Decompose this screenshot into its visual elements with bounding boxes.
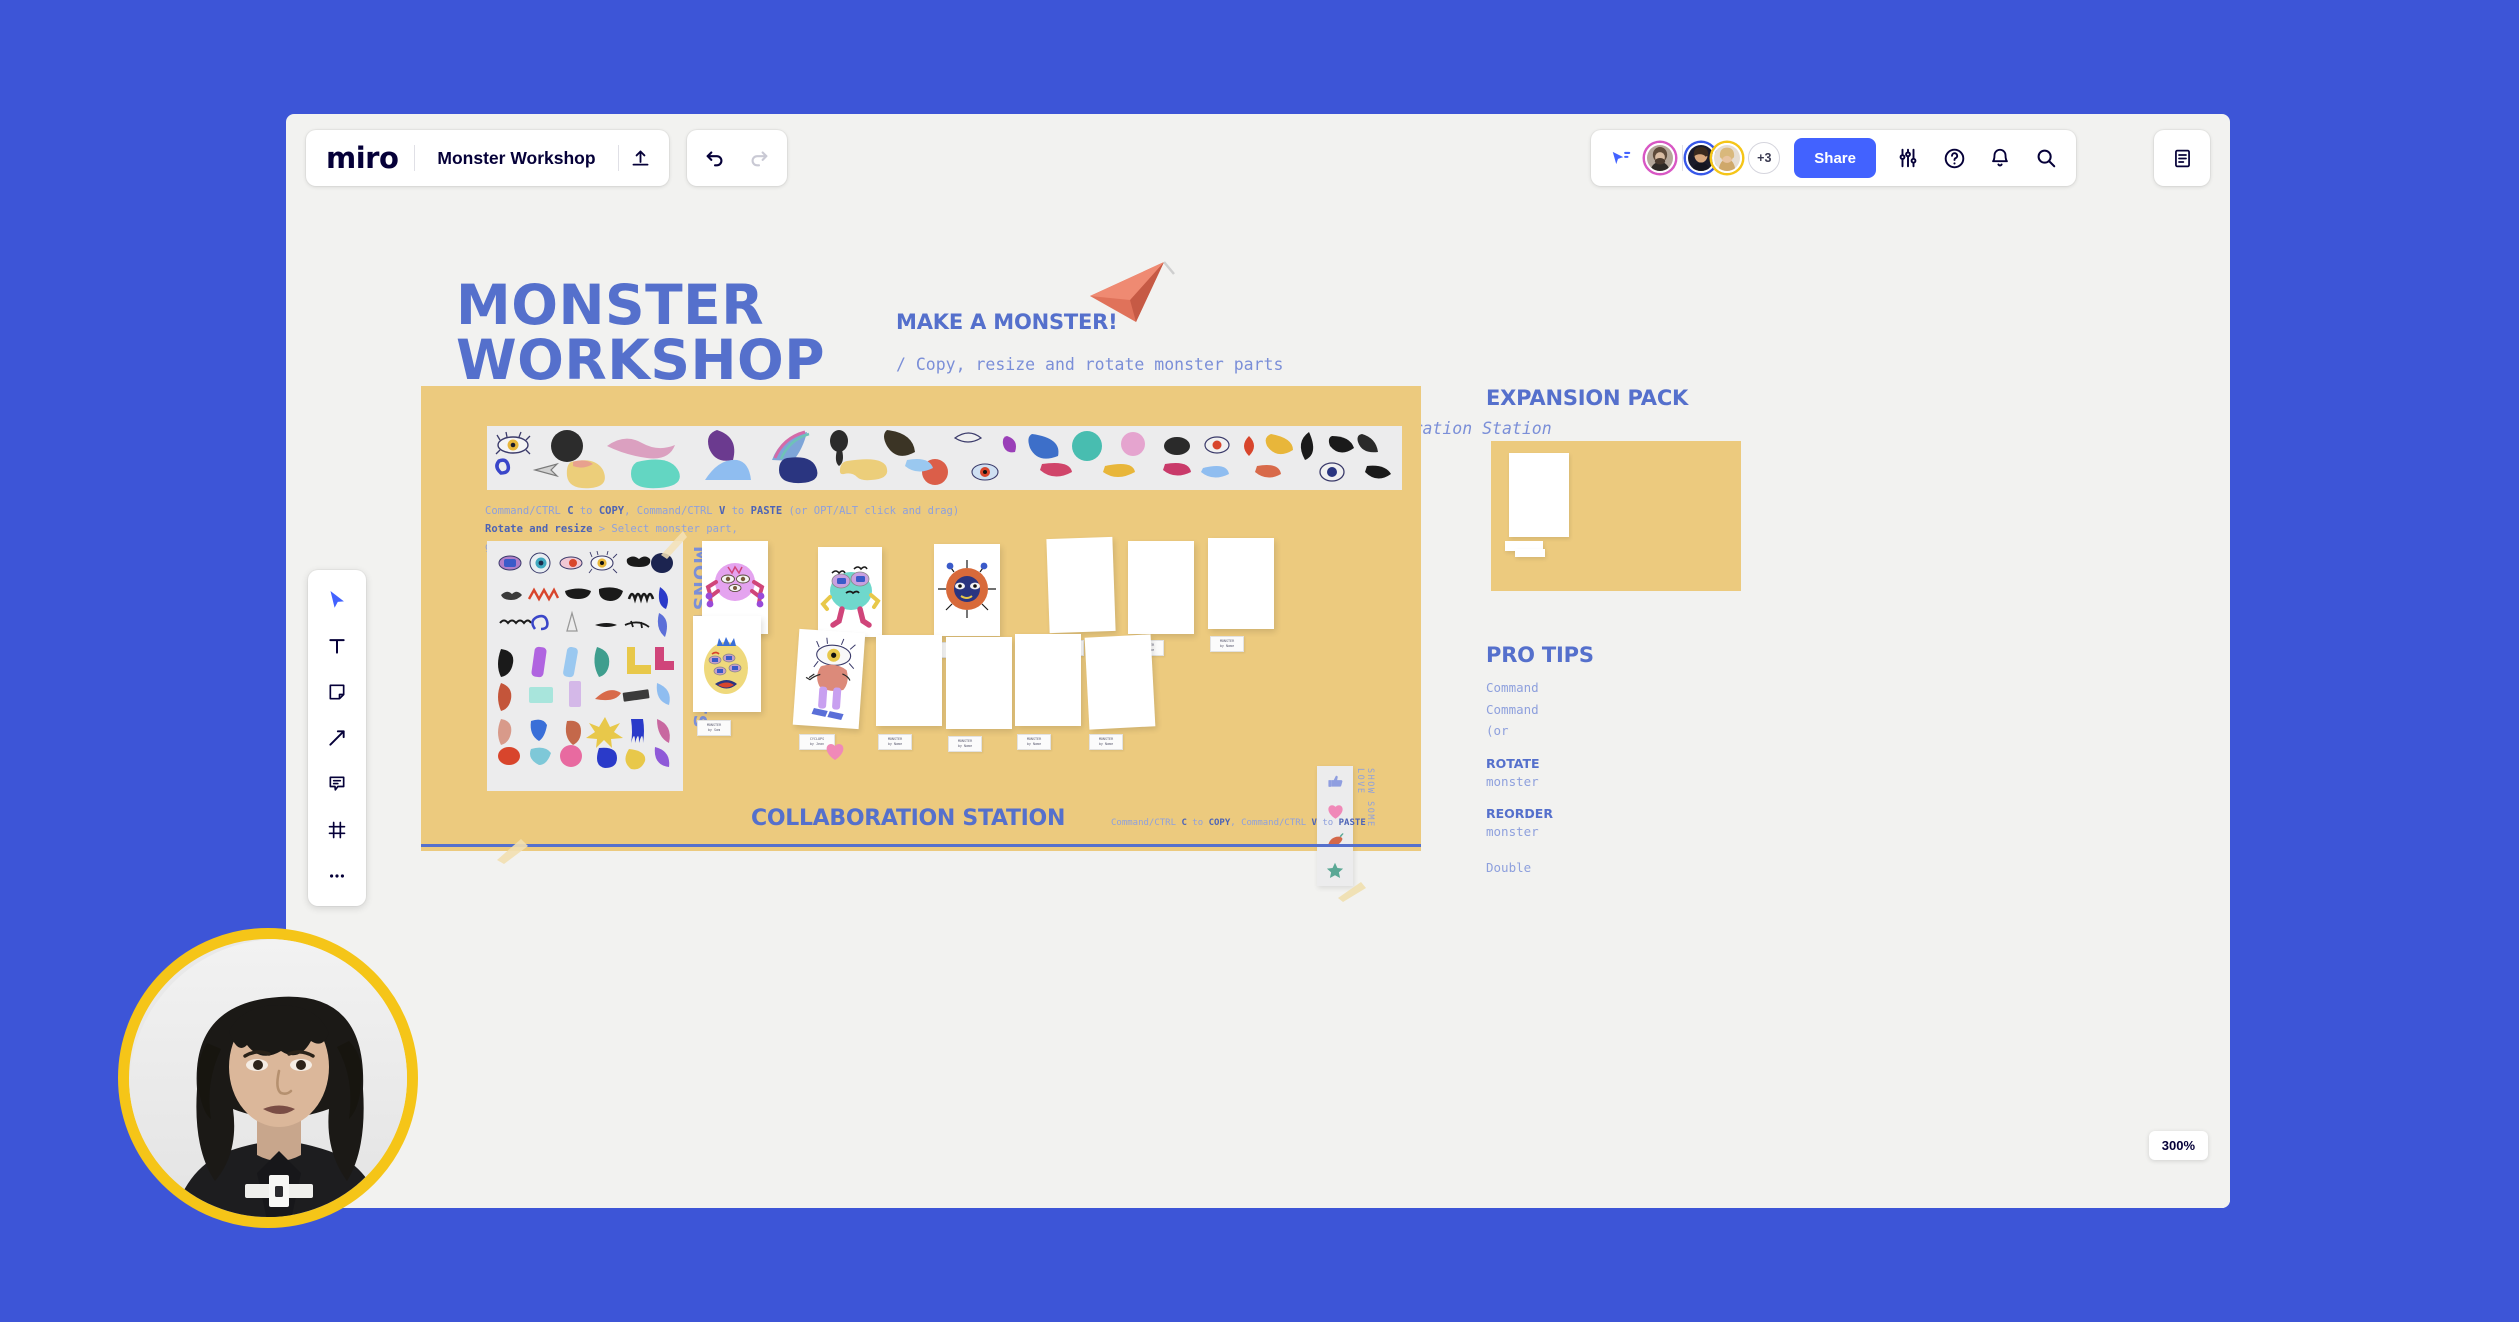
left-toolbar xyxy=(308,570,366,906)
presence-avatars: +3 xyxy=(1645,142,1784,174)
avatar[interactable] xyxy=(1645,143,1676,173)
pro-tip-line: (or xyxy=(1486,723,1509,739)
monster-card-label: MONSTER by Sam xyxy=(697,720,731,736)
monster-card-empty-4[interactable] xyxy=(876,635,942,726)
monster-parts-strip[interactable] xyxy=(487,426,1402,490)
monster-card-empty-1[interactable] xyxy=(1046,536,1116,634)
documents-group xyxy=(2154,130,2210,186)
share-button[interactable]: Share xyxy=(1794,138,1876,178)
monster-card-teal-fuzzy[interactable] xyxy=(818,547,882,637)
rotate-heading: ROTATE xyxy=(1486,755,1540,771)
monster-parts-sheet[interactable] xyxy=(487,531,687,791)
collaboration-station-title: COLLABORATION STATION xyxy=(751,806,1066,831)
select-tool[interactable] xyxy=(314,578,360,622)
board-title[interactable]: Monster Workshop xyxy=(415,148,617,169)
upload-icon[interactable] xyxy=(619,136,663,180)
avatar[interactable] xyxy=(1712,143,1743,173)
frame-icon[interactable] xyxy=(314,808,360,852)
avatar-overflow-count[interactable]: +3 xyxy=(1748,142,1781,174)
pro-tip-line: Command xyxy=(1486,680,1539,696)
tape-corner-icon xyxy=(1338,882,1366,902)
monster-card-label: MONSTERby Name xyxy=(1017,734,1051,750)
board-title-group: miro Monster Workshop xyxy=(306,130,669,186)
text-tool[interactable] xyxy=(314,624,360,668)
presenter-portrait xyxy=(118,928,418,1228)
expansion-pack-panel: EXPANSION PACK PRO TIPS Command Command … xyxy=(1486,386,1746,875)
monster-card-label: MONSTERby Name xyxy=(878,734,912,750)
pro-tips-heading: PRO TIPS xyxy=(1486,643,1594,667)
monster-card-orange-spiky[interactable] xyxy=(934,544,1000,636)
monster-card-eye-walker[interactable] xyxy=(792,628,866,730)
sticky-note-icon[interactable] xyxy=(314,670,360,714)
paper-plane-decoration xyxy=(1090,261,1175,322)
undo-icon[interactable] xyxy=(693,136,737,180)
pro-tips-block: PRO TIPS Command Command (or ROTATE mons… xyxy=(1486,643,1746,878)
monster-card-label: MONSTERby Name xyxy=(1089,734,1123,750)
search-icon[interactable] xyxy=(2024,136,2068,180)
expansion-pack-board[interactable] xyxy=(1491,441,1741,591)
subtitle: MAKE A MONSTER! xyxy=(896,310,1118,334)
collaboration-divider xyxy=(421,844,1421,847)
monster-card-empty-6[interactable] xyxy=(1015,634,1081,726)
redo-icon[interactable] xyxy=(737,136,781,180)
rotate-body: monster xyxy=(1486,773,1539,789)
monster-drawing xyxy=(805,637,856,720)
title-block: MONSTER WORKSHOP xyxy=(456,278,846,388)
monster-board[interactable]: Command/CTRL C to COPY, Command/CTRL V t… xyxy=(421,386,1421,902)
monster-card-empty-7[interactable] xyxy=(1084,634,1156,730)
arrow-pen-icon[interactable] xyxy=(314,716,360,760)
mini-card xyxy=(1509,453,1569,537)
help-circle-icon[interactable] xyxy=(1932,136,1976,180)
monster-card-yellow-blob[interactable] xyxy=(693,616,761,712)
star-sticker[interactable] xyxy=(1326,862,1344,879)
double-body: Double xyxy=(1486,859,1532,875)
top-toolbar: miro Monster Workshop +3 Share xyxy=(286,114,2230,200)
divider xyxy=(1682,145,1684,171)
document-panel-icon[interactable] xyxy=(2160,136,2204,180)
board-canvas[interactable]: MONSTER WORKSHOP MAKE A MONSTER! / Copy,… xyxy=(286,200,2230,1208)
ellipsis-icon[interactable] xyxy=(314,854,360,898)
mini-card xyxy=(1515,549,1545,557)
monster-card-empty-2[interactable] xyxy=(1128,541,1194,634)
monster-card-label: MONSTERby Name xyxy=(948,736,982,752)
comment-icon[interactable] xyxy=(314,762,360,806)
zoom-level-badge[interactable]: 300% xyxy=(2148,1131,2208,1160)
monster-card-empty-5[interactable] xyxy=(946,637,1012,729)
parts-strip-graphics xyxy=(495,430,1391,489)
reorder-body: monster xyxy=(1486,824,1539,840)
miro-logo[interactable]: miro xyxy=(312,143,414,173)
expansion-pack-heading: EXPANSION PACK xyxy=(1486,386,1689,410)
collaboration-station-hint: Command/CTRL C to COPY, Command/CTRL V t… xyxy=(1111,818,1366,828)
instruction-rotate-resize: Rotate and resize > Select monster part, xyxy=(485,523,738,536)
instruction-line: / Copy, resize and rotate monster parts xyxy=(896,355,1284,374)
heart-sticker[interactable] xyxy=(825,743,845,761)
reorder-heading: REORDER xyxy=(1486,806,1553,822)
history-group xyxy=(687,130,787,186)
instruction-copy-paste: Command/CTRL C to COPY, Command/CTRL V t… xyxy=(485,505,960,517)
pro-tip-line: Command xyxy=(1486,701,1539,717)
actions-group: +3 Share xyxy=(1591,130,2076,186)
miro-app-window: miro Monster Workshop +3 Share MONSTER W… xyxy=(286,114,2230,1208)
bell-icon[interactable] xyxy=(1978,136,2022,180)
monster-drawing xyxy=(820,566,881,628)
monster-card-empty-3[interactable] xyxy=(1208,538,1274,629)
sliders-icon[interactable] xyxy=(1886,136,1930,180)
presence-cursor-icon[interactable] xyxy=(1599,136,1643,180)
monster-drawing xyxy=(704,637,748,694)
page-title: MONSTER WORKSHOP xyxy=(456,273,826,392)
monster-drawing xyxy=(938,560,996,618)
tape-corner-icon xyxy=(497,839,528,864)
monster-card-label: MONSTERby Name xyxy=(1210,636,1244,652)
thumbs-up-sticker[interactable] xyxy=(1327,773,1344,790)
tape-corner-icon xyxy=(661,531,687,559)
reaction-bar-label: SHOW SOME LOVE xyxy=(1355,768,1375,828)
parts-sheet-graphics xyxy=(498,551,674,770)
